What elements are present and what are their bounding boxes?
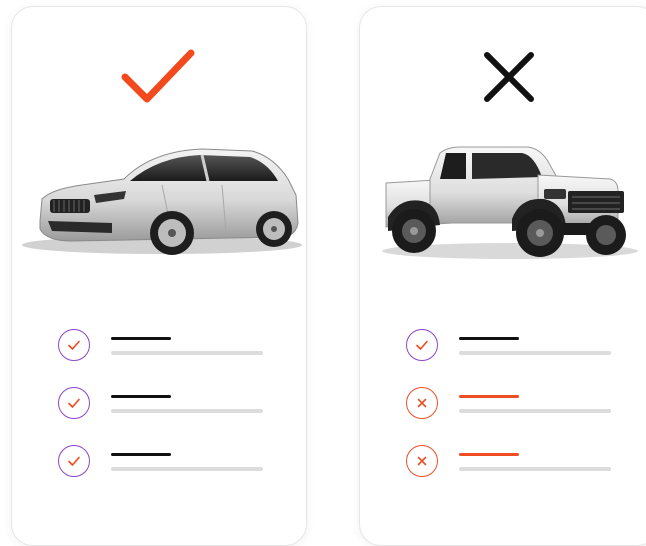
circle-check-icon bbox=[58, 445, 90, 477]
item-description-line bbox=[111, 351, 263, 355]
item-description-line bbox=[111, 467, 263, 471]
positive-card bbox=[11, 6, 307, 546]
negative-card bbox=[359, 6, 646, 546]
item-title-line bbox=[111, 395, 171, 398]
verdict bbox=[360, 47, 646, 107]
circle-check-icon bbox=[406, 329, 438, 361]
list-item bbox=[12, 325, 302, 365]
list-item bbox=[12, 441, 302, 481]
list-item bbox=[360, 383, 646, 423]
verdict bbox=[12, 47, 306, 107]
item-description-line bbox=[459, 409, 611, 413]
checkmark-icon bbox=[121, 49, 195, 103]
item-title-line bbox=[459, 337, 519, 340]
item-description-line bbox=[459, 351, 611, 355]
list-item bbox=[360, 325, 646, 365]
circle-x-icon bbox=[406, 387, 438, 419]
list-item bbox=[12, 383, 302, 423]
item-description-line bbox=[111, 409, 263, 413]
sedan-car-image bbox=[22, 148, 302, 255]
pickup-truck-image bbox=[382, 146, 638, 259]
list-item bbox=[360, 441, 646, 481]
item-title-line bbox=[459, 453, 519, 456]
cross-icon bbox=[484, 52, 534, 102]
item-title-line bbox=[111, 453, 171, 456]
item-title-line bbox=[111, 337, 171, 340]
circle-x-icon bbox=[406, 445, 438, 477]
item-title-line bbox=[459, 395, 519, 398]
circle-check-icon bbox=[58, 387, 90, 419]
item-description-line bbox=[459, 467, 611, 471]
circle-check-icon bbox=[58, 329, 90, 361]
